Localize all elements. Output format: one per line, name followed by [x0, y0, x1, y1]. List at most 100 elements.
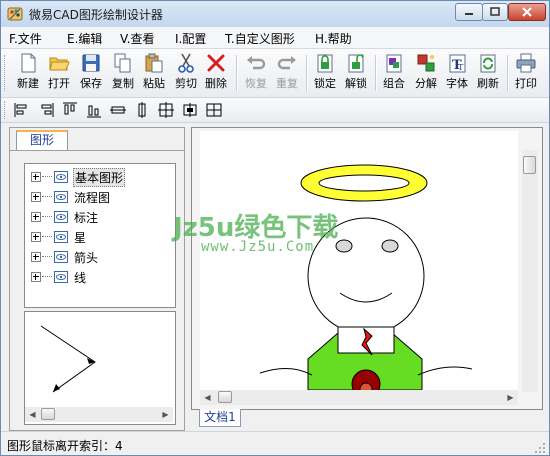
expand-plus-icon[interactable] — [31, 172, 41, 182]
tree-item-basic-shapes[interactable]: 基本图形 — [31, 168, 171, 187]
copy-button[interactable]: 复制 — [108, 52, 138, 94]
preview-hscrollbar[interactable]: ◀ ▶ — [25, 407, 173, 422]
align-left-icon[interactable] — [13, 101, 31, 119]
title-bar[interactable]: 微易CAD图形绘制设计器 — [1, 1, 549, 27]
minimize-button[interactable] — [455, 3, 483, 21]
tree-item-label: 星 — [74, 231, 87, 245]
drawing-canvas[interactable] — [200, 131, 518, 390]
ungroup-button[interactable]: 分解 — [411, 52, 441, 94]
badge-center-shape — [359, 382, 373, 390]
main-toolbar: 新建 打开 保存 复制 粘贴 剪切 删除 恢复 重复 锁定 解锁 组合 分解 T… — [1, 49, 549, 98]
menu-custom-shape[interactable]: T.自定义图形 — [225, 30, 295, 47]
unlock-icon — [348, 54, 364, 73]
canvas-vscroll-thumb[interactable] — [523, 156, 536, 174]
category-eye-icon — [54, 231, 68, 243]
resize-grip-icon[interactable] — [534, 442, 546, 454]
align-top-icon[interactable] — [61, 101, 79, 119]
expand-plus-icon[interactable] — [31, 252, 41, 262]
tab-shapes[interactable]: 图形 — [16, 130, 68, 150]
font-label: 字体 — [446, 77, 468, 90]
maximize-button[interactable] — [482, 3, 508, 21]
center-vertical-icon[interactable] — [205, 101, 223, 119]
shape-panel: 图形 基本图形 流程图 标注 星 箭头 线 ◀ ▶ — [9, 127, 185, 431]
scroll-right-icon[interactable]: ▶ — [503, 390, 518, 405]
delete-button[interactable]: 删除 — [201, 52, 231, 94]
group-button[interactable]: 组合 — [379, 52, 409, 94]
tab-document[interactable]: 文档1 — [199, 409, 241, 427]
shape-panel-tabs: 图形 — [10, 128, 184, 151]
arm-left-shape — [259, 368, 313, 376]
open-button[interactable]: 打开 — [44, 52, 74, 94]
align-right-icon[interactable] — [37, 101, 55, 119]
menu-help[interactable]: H.帮助 — [315, 30, 352, 47]
watermark-url: www.Jz5u.Com — [201, 239, 315, 255]
paste-button[interactable]: 粘贴 — [139, 52, 169, 94]
angel-drawing — [259, 164, 473, 390]
expand-plus-icon[interactable] — [31, 272, 41, 282]
canvas-vscrollbar[interactable] — [522, 150, 538, 392]
canvas-hscrollbar[interactable]: ◀ ▶ — [200, 390, 518, 405]
tree-item-label: 箭头 — [74, 251, 99, 265]
toolbar-separator — [375, 55, 377, 91]
category-eye-icon — [54, 251, 68, 263]
scroll-left-icon[interactable]: ◀ — [200, 390, 215, 405]
tree-item-label: 流程图 — [74, 191, 111, 205]
unlock-button[interactable]: 解锁 — [341, 52, 371, 94]
center-horizontal-icon[interactable] — [181, 101, 199, 119]
same-height-icon[interactable] — [133, 101, 151, 119]
tree-item-label: 标注 — [74, 211, 99, 225]
tree-item-arrow[interactable]: 箭头 — [31, 248, 171, 266]
scroll-left-icon[interactable]: ◀ — [25, 407, 40, 422]
category-eye-icon — [54, 191, 68, 203]
shape-preview[interactable]: ◀ ▶ — [24, 311, 176, 425]
tree-item-flowchart[interactable]: 流程图 — [31, 188, 171, 206]
refresh-button[interactable]: 刷新 — [473, 52, 503, 94]
font-button[interactable]: TT 字体 — [442, 52, 472, 94]
lock-button[interactable]: 锁定 — [310, 52, 340, 94]
undo-button[interactable]: 恢复 — [241, 52, 271, 94]
new-button[interactable]: 新建 — [13, 52, 43, 94]
canvas-hscroll-thumb[interactable] — [218, 391, 232, 403]
same-width-icon[interactable] — [109, 101, 127, 119]
lock-label: 锁定 — [314, 77, 336, 90]
new-document-icon — [21, 53, 36, 73]
copy-icon — [114, 53, 131, 73]
save-label: 保存 — [80, 77, 102, 90]
shape-category-tree[interactable]: 基本图形 流程图 标注 星 箭头 线 — [24, 163, 176, 308]
expand-plus-icon[interactable] — [31, 192, 41, 202]
menu-file[interactable]: F.文件 — [9, 30, 42, 47]
menu-view[interactable]: V.查看 — [120, 30, 154, 47]
open-label: 打开 — [48, 77, 70, 90]
undo-arrow-icon — [247, 56, 266, 70]
tab-shapes-label: 图形 — [29, 133, 54, 147]
toolbar-separator — [236, 55, 238, 91]
expand-plus-icon[interactable] — [31, 232, 41, 242]
cut-button[interactable]: 剪切 — [171, 52, 201, 94]
print-button[interactable]: 打印 — [511, 52, 541, 94]
status-text: 图形鼠标离开索引：4 — [7, 439, 123, 453]
tree-connector — [42, 216, 52, 217]
delete-label: 删除 — [205, 77, 227, 90]
svg-text:T: T — [458, 63, 464, 72]
close-button[interactable] — [508, 3, 546, 21]
toolbar-separator — [507, 55, 509, 91]
align-toolbar-grip[interactable] — [4, 101, 8, 119]
menu-config[interactable]: I.配置 — [175, 30, 206, 47]
tree-item-star[interactable]: 星 — [31, 228, 171, 246]
tree-connector — [42, 236, 52, 237]
menu-edit[interactable]: E.编辑 — [67, 30, 102, 47]
scroll-right-icon[interactable]: ▶ — [158, 407, 173, 422]
align-toolbar — [1, 98, 549, 123]
toolbar-grip[interactable] — [4, 55, 8, 91]
align-bottom-icon[interactable] — [85, 101, 103, 119]
save-button[interactable]: 保存 — [76, 52, 106, 94]
eye-right-shape — [381, 239, 399, 253]
tree-item-line[interactable]: 线 — [31, 268, 171, 286]
document-tab-label: 文档1 — [204, 410, 236, 424]
redo-button[interactable]: 重复 — [272, 52, 302, 94]
expand-plus-icon[interactable] — [31, 212, 41, 222]
tree-item-annotation[interactable]: 标注 — [31, 208, 171, 226]
category-eye-icon — [54, 271, 68, 283]
same-size-icon[interactable] — [157, 101, 175, 119]
preview-hscroll-thumb[interactable] — [41, 408, 55, 420]
